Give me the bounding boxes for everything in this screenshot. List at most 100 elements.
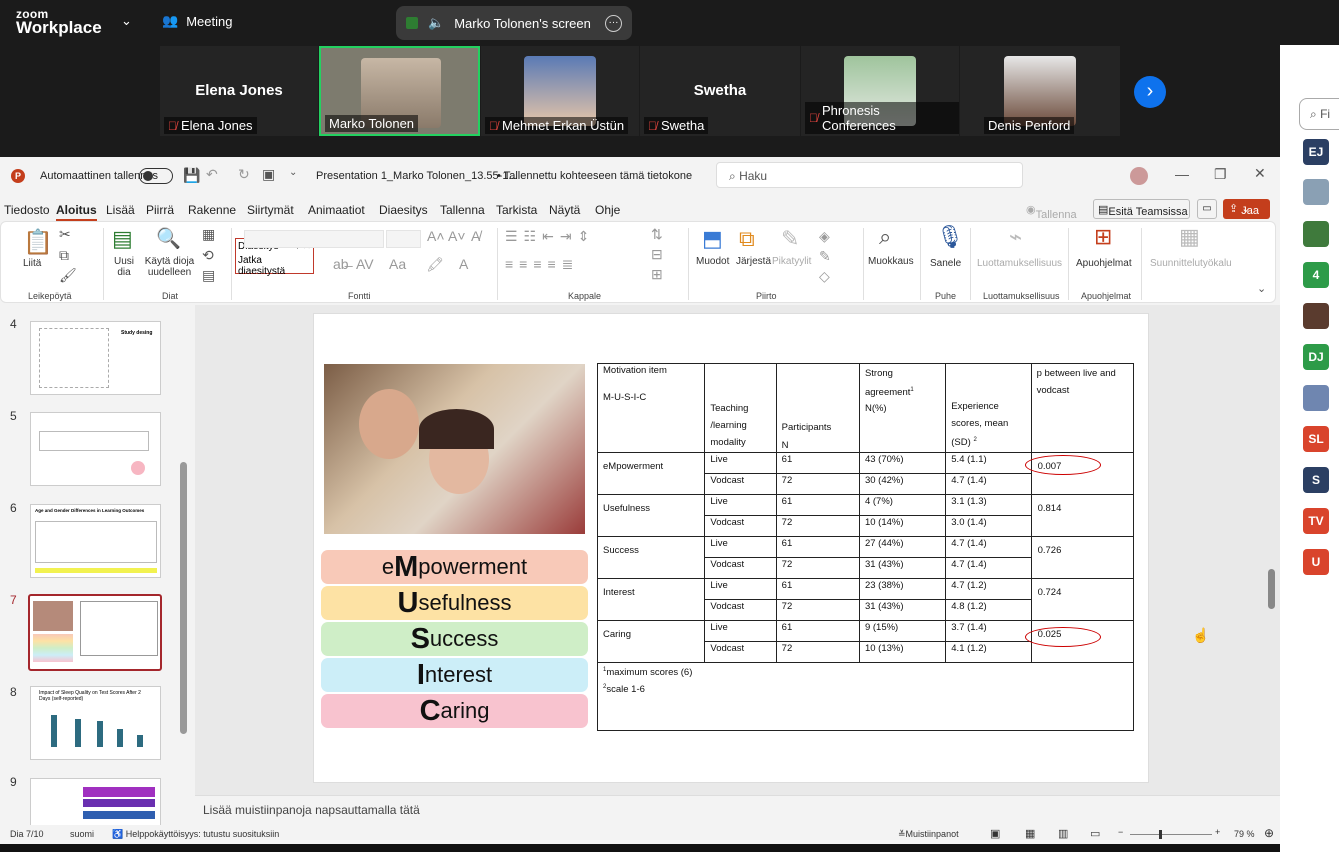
paste-button[interactable]: Liitä [23,258,41,269]
tab-animations[interactable]: Animaatiot [308,203,365,217]
sensitivity-button[interactable]: Luottamuksellisuus [977,258,1062,269]
more-icon[interactable]: ··· [605,14,622,32]
new-slide-icon[interactable]: ▤ [112,226,133,252]
search-box[interactable]: ⌕ Haku [716,162,1023,188]
save-status[interactable]: • Tallennettu kohteeseen tämä tietokone [497,170,692,182]
spacing-icon[interactable]: AV [356,256,374,272]
tab-draw[interactable]: Piirrä [146,203,174,217]
tab-design[interactable]: Rakenne [188,203,236,217]
participant-tile[interactable]: 🎙̸ Mehmet Erkan Üstün [481,46,639,136]
slide[interactable]: e Mpowerment Usefulness Success Interest Cari… [313,313,1149,783]
reading-view-icon[interactable]: ▥ [1058,827,1068,840]
avatar[interactable]: 4 [1303,262,1329,288]
present-icon[interactable]: ▣ [262,166,275,183]
undo-icon[interactable]: ↶ [206,166,218,183]
participant-tile[interactable]: Denis Penford [960,46,1120,136]
participant-tile[interactable]: Swetha 🎙̸ Swetha [640,46,800,136]
avatar[interactable]: DJ [1303,344,1329,370]
tab-help[interactable]: Ohje [595,203,620,217]
thumbnail-scrollbar[interactable] [180,307,188,827]
avatar[interactable] [1303,179,1329,205]
chevron-down-icon[interactable]: ⌄ [1257,282,1266,295]
designer-icon[interactable]: ▦ [1179,224,1200,250]
highlight-icon[interactable]: 🖍 [426,256,444,273]
tab-view[interactable]: Näytä [549,203,580,217]
dictate-button[interactable]: Sanele [930,258,961,269]
slideshow-view-icon[interactable]: ▭ [1090,827,1100,840]
slide-thumbnail[interactable]: Study desing [30,321,161,395]
customize-icon[interactable]: ⌄ [289,167,297,178]
font-name-select[interactable] [244,230,384,248]
text-direction-icon[interactable]: ⇅ [651,226,663,243]
editing-button[interactable]: Muokkaus [868,256,914,267]
tab-file[interactable]: Tiedosto [4,203,50,217]
grow-font-icon[interactable]: A˄ [427,228,445,244]
slide-thumbnail[interactable] [30,412,161,486]
reuse-slides-button[interactable]: Käytä dioja uudelleen [141,256,198,278]
reuse-slides-icon[interactable]: 🔍 [156,226,181,251]
minimize-icon[interactable]: — [1175,166,1189,182]
sensitivity-icon[interactable]: ⌁ [1009,224,1022,250]
arrange-button[interactable]: Järjestä [736,256,771,267]
cut-icon[interactable]: ✂ [59,226,71,243]
smartart-icon[interactable]: ⊞ [651,266,663,283]
list-icons[interactable]: ☰☷⇤⇥⇕ [505,228,595,245]
restore-icon[interactable]: ❐ [1214,166,1227,183]
user-avatar[interactable] [1130,167,1148,185]
zoom-slider[interactable] [1130,830,1212,839]
comments-icon[interactable]: ▭ [1197,199,1217,219]
share-indicator[interactable]: 🔈 Marko Tolonen's screen ··· [396,6,632,40]
tab-insert[interactable]: Lisää [106,203,135,217]
next-page-button[interactable]: › [1134,76,1166,108]
search-input[interactable]: ⌕ Fi [1299,98,1339,130]
tab-slideshow[interactable]: Diaesitys [379,203,428,217]
shrink-font-icon[interactable]: A˅ [448,228,466,244]
format-painter-icon[interactable]: 🖌 [59,267,77,284]
meeting-menu[interactable]: 👥 Meeting [162,13,232,29]
arrange-icon[interactable]: ⧉ [739,226,755,252]
copy-icon[interactable]: ⧉ [59,247,69,264]
slide-scrollbar[interactable] [1268,307,1276,777]
avatar[interactable] [1303,303,1329,329]
close-icon[interactable]: ✕ [1254,165,1266,182]
participant-tile-active[interactable]: Marko Tolonen [319,46,480,136]
participant-tile[interactable]: Elena Jones 🎙̸ Elena Jones [160,46,318,136]
chevron-down-icon[interactable]: ⌄ [121,13,132,29]
avatar[interactable]: SL [1303,426,1329,452]
shapes-icon[interactable]: ⬒ [702,226,723,252]
avatar[interactable] [1303,221,1329,247]
avatar[interactable]: S [1303,467,1329,493]
notes-button[interactable]: ≚Muistiinpanot [898,829,959,840]
tab-record[interactable]: Tallenna [440,203,485,217]
shapes-button[interactable]: Muodot [696,256,729,267]
popup-item[interactable]: Jatka diaesitystä [238,255,311,277]
zoom-out-icon[interactable]: − [1118,827,1123,837]
avatar[interactable]: EJ [1303,139,1329,165]
font-color-icon[interactable]: A [459,256,468,272]
normal-view-icon[interactable]: ▣ [990,827,1000,840]
fit-slide-icon[interactable]: ⊕ [1264,826,1274,840]
tab-review[interactable]: Tarkista [496,203,537,217]
outline-icon[interactable]: ✎ [819,248,831,265]
share-button[interactable]: ⇪ Jaa ⌄ [1223,199,1270,219]
tab-home[interactable]: Aloitus [56,203,97,221]
slide-thumbnail[interactable]: Age and Gender Differences in Learning O… [30,504,161,578]
slide-thumbnail[interactable]: Impact of Sleep Quality on Test Scores A… [30,686,161,760]
participant-tile[interactable]: 🎙̸ Phronesis Conferences [801,46,959,136]
reset-icon[interactable]: ⟲ [202,247,214,264]
sorter-view-icon[interactable]: ▦ [1025,827,1035,840]
strike-icon[interactable]: ab̶ [333,256,349,272]
find-icon[interactable]: ⌕ [879,224,891,250]
present-teams-button[interactable]: ▤ Esitä Teamsissa [1093,199,1190,219]
clear-format-icon[interactable]: A̸ [471,228,480,244]
layout-icon[interactable]: ▦ [202,226,215,243]
new-slide-button[interactable]: Uusi dia [111,256,137,278]
quick-styles-icon[interactable]: ✎ [781,226,799,252]
avatar[interactable]: U [1303,549,1329,575]
zoom-level[interactable]: 79 % [1234,829,1255,839]
slide-thumbnail[interactable] [30,778,161,825]
designer-button[interactable]: Suunnittelutyökalu [1150,258,1232,269]
section-icon[interactable]: ▤ [202,267,215,284]
align-text-icon[interactable]: ⊟ [651,246,663,263]
avatar[interactable]: TV [1303,508,1329,534]
